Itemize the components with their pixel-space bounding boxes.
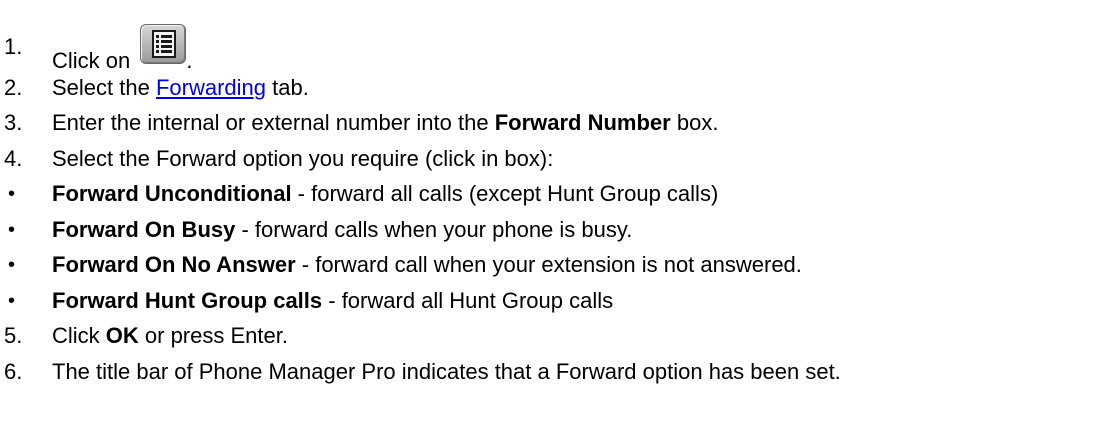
step-3-number: 3.	[4, 110, 23, 135]
bullet-description: - forward calls when your phone is busy.	[235, 217, 633, 242]
bullet-description: - forward all calls (except Hunt Group c…	[291, 181, 719, 206]
bullet-term: Forward Hunt Group calls	[52, 288, 323, 313]
step-1-content: Click on .	[52, 24, 193, 74]
list-window-icon[interactable]	[140, 24, 187, 64]
bullet-description: - forward all Hunt Group calls	[322, 288, 614, 313]
step-1-period: .	[186, 48, 193, 73]
bullet-content: Forward Unconditional - forward all call…	[52, 181, 718, 207]
bullet-marker: •	[8, 254, 16, 276]
bullet-marker: •	[8, 290, 16, 312]
bullet-term: Forward On No Answer	[52, 252, 296, 277]
step-2-content: Select the Forwarding tab.	[52, 75, 309, 101]
step-4-number: 4.	[4, 146, 23, 171]
bullet-content: Forward On Busy - forward calls when you…	[52, 217, 632, 243]
forwarding-link[interactable]: Forwarding	[156, 75, 266, 100]
step-3-content: Enter the internal or external number in…	[52, 110, 718, 136]
bullet-marker: •	[8, 219, 16, 241]
step-1-number: 1.	[4, 34, 23, 59]
ok-label: OK	[105, 323, 139, 348]
step-5-text-after: or press Enter.	[138, 323, 288, 348]
bullet-marker: •	[8, 183, 16, 205]
step-5-content: Click OK or press Enter.	[52, 323, 288, 349]
step-4-text: Select the Forward option you require (c…	[52, 146, 554, 171]
bullet-content: Forward Hunt Group calls - forward all H…	[52, 288, 613, 314]
step-6-number: 6.	[4, 359, 23, 384]
step-3-text-before: Enter the internal or external number in…	[52, 110, 495, 135]
step-1-text: Click on	[52, 48, 137, 73]
step-2-text-before: Select the	[52, 75, 156, 100]
step-6-text: The title bar of Phone Manager Pro indic…	[52, 359, 841, 384]
step-2-number: 2.	[4, 75, 23, 100]
step-5-text-before: Click	[52, 323, 106, 348]
bullet-content: Forward On No Answer - forward call when…	[52, 252, 802, 278]
bullet-term: Forward On Busy	[52, 217, 236, 242]
step-2-text-after: tab.	[266, 75, 309, 100]
forward-number-label: Forward Number	[494, 110, 671, 135]
step-3-text-after: box.	[670, 110, 719, 135]
instructions-document: 1. Click on . 2. Select the Forwarding t…	[0, 0, 1108, 439]
bullet-term: Forward Unconditional	[52, 181, 292, 206]
bullet-description: - forward call when your extension is no…	[295, 252, 802, 277]
step-5-number: 5.	[4, 323, 23, 348]
